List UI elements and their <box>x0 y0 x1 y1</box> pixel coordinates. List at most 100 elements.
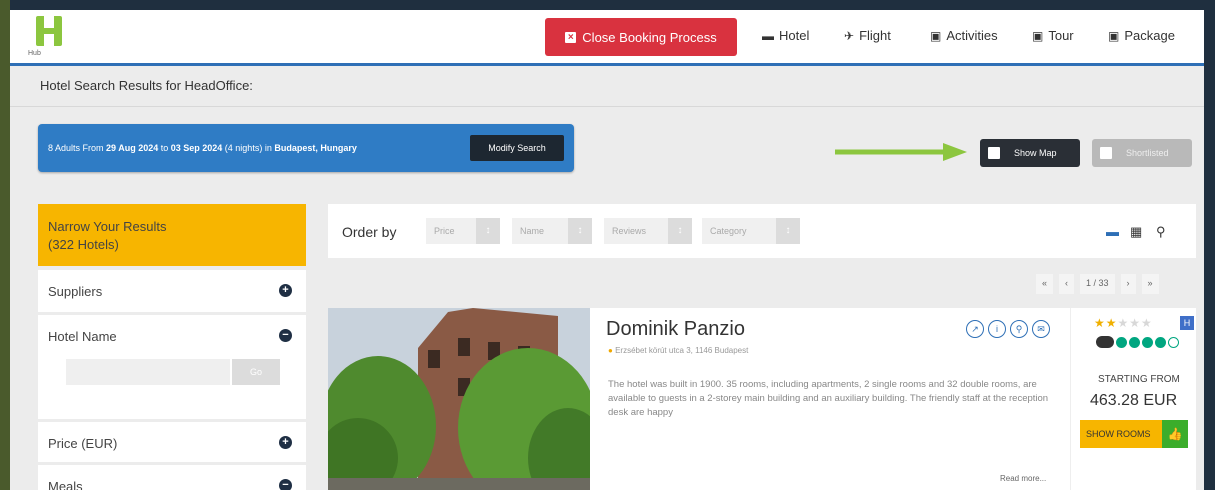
arrow-pointer-icon <box>835 143 967 161</box>
location-pin-icon: ● <box>608 346 613 355</box>
hotel-name-go-button[interactable]: Go <box>232 359 280 385</box>
sort-arrows-icon: ↕ <box>568 218 592 244</box>
address-text: Erzsébet körút utca 3, 1146 Budapest <box>615 346 749 355</box>
read-more-link[interactable]: Read more... <box>1000 474 1046 483</box>
last-page-icon[interactable]: » <box>1141 274 1159 294</box>
sort-label: Price <box>434 226 455 236</box>
sort-reviews[interactable]: Reviews ↕ <box>604 218 692 244</box>
filter-price[interactable]: Price (EUR) + <box>38 422 306 462</box>
page-indicator: 1 / 33 <box>1080 274 1115 294</box>
order-bar: Order by Price ↕ Name ↕ Reviews ↕ Category ↕… <box>328 204 1196 258</box>
grid-view-icon[interactable]: ▦ <box>1130 224 1142 240</box>
nav-tour[interactable]: ▣ Tour <box>1032 28 1074 43</box>
search-summary: 8 Adults From 29 Aug 2024 to 03 Sep 2024… <box>48 143 357 153</box>
collapse-icon[interactable]: − <box>279 479 292 490</box>
rating-dot <box>1142 336 1153 348</box>
info-icon[interactable]: i <box>988 320 1006 338</box>
nav-activities-label: Activities <box>946 28 998 43</box>
nav-flight[interactable]: ✈ Flight <box>844 28 891 43</box>
checkbox[interactable] <box>1100 147 1112 159</box>
window-edge <box>0 0 10 490</box>
sort-arrows-icon: ↕ <box>476 218 500 244</box>
map-marker-icon[interactable]: ⚲ <box>1010 320 1028 338</box>
hotel-badge-icon: H <box>1180 316 1194 330</box>
hotel-card: Dominik Panzio ● Erzsébet körút utca 3, … <box>328 308 1196 490</box>
filter-hotel-name: Hotel Name − Go <box>38 315 306 419</box>
prev-page-icon[interactable]: ‹ <box>1059 274 1075 294</box>
tripadvisor-rating <box>1096 336 1179 348</box>
sort-arrows-icon: ↕ <box>776 218 800 244</box>
logo[interactable]: Hub <box>28 16 88 62</box>
hotel-count: (322 Hotels) <box>48 237 119 252</box>
map-pin-icon[interactable]: ⚲ <box>1156 224 1166 240</box>
nav-activities[interactable]: ▣ Activities <box>930 28 998 43</box>
show-map-toggle[interactable]: Show Map <box>980 139 1080 167</box>
collapse-icon[interactable]: − <box>279 329 292 342</box>
share-icon[interactable]: ↗ <box>966 320 984 338</box>
filter-label: Hotel Name <box>48 329 117 344</box>
order-by-label: Order by <box>342 224 397 240</box>
filter-label: Suppliers <box>48 284 103 299</box>
nav-hotel-label: Hotel <box>779 28 810 43</box>
show-rooms-label: SHOW ROOMS <box>1086 429 1151 439</box>
ticket-icon: ▣ <box>930 28 942 43</box>
comment-icon[interactable]: ✉ <box>1032 320 1050 338</box>
divider <box>10 106 1204 107</box>
close-booking-label: Close Booking Process <box>582 29 717 45</box>
first-page-icon[interactable]: « <box>1036 274 1054 294</box>
sort-name[interactable]: Name ↕ <box>512 218 592 244</box>
hotel-price: 463.28 EUR <box>1090 392 1178 409</box>
sort-label: Reviews <box>612 226 647 236</box>
search-summary-banner: 8 Adults From 29 Aug 2024 to 03 Sep 2024… <box>38 124 574 172</box>
nav-tour-label: Tour <box>1048 28 1074 43</box>
sort-category[interactable]: Category ↕ <box>702 218 800 244</box>
next-page-icon[interactable]: › <box>1120 274 1136 294</box>
app-page: Hub × Close Booking Process ▬ Hotel ✈ Fl… <box>10 10 1204 490</box>
close-booking-button[interactable]: × Close Booking Process <box>545 18 737 56</box>
shortlisted-toggle[interactable]: Shortlisted <box>1092 139 1192 167</box>
card-divider <box>1070 308 1071 490</box>
close-icon: × <box>565 31 577 43</box>
rating-dot <box>1129 336 1140 348</box>
hotel-address: ● Erzsébet körút utca 3, 1146 Budapest <box>608 346 748 355</box>
sort-price[interactable]: Price ↕ <box>426 218 500 244</box>
hotel-photo[interactable] <box>328 308 590 490</box>
nav-package[interactable]: ▣ Package <box>1108 28 1175 43</box>
modify-search-button[interactable]: Modify Search <box>470 135 564 161</box>
sort-label: Name <box>520 226 545 236</box>
star-rating: ★★★★★ <box>1094 316 1153 330</box>
hotel-name[interactable]: Dominik Panzio <box>606 318 745 341</box>
filter-label: Meals <box>48 479 83 490</box>
plane-icon: ✈ <box>844 28 855 43</box>
expand-icon[interactable]: + <box>279 284 292 297</box>
filter-meals[interactable]: Meals − <box>38 465 306 490</box>
checkbox[interactable] <box>988 147 1000 159</box>
logo-text: Hub <box>28 50 41 57</box>
nav-hotel[interactable]: ▬ Hotel <box>762 28 809 43</box>
ticket-icon: ▣ <box>1108 28 1120 43</box>
list-view-icon[interactable]: ▬ <box>1106 224 1119 239</box>
hotel-actions: ↗ i ⚲ ✉ <box>966 320 1050 338</box>
narrow-results-header: Narrow Your Results (322 Hotels) <box>38 204 306 266</box>
nav-flight-label: Flight <box>859 28 891 43</box>
bed-icon: ▬ <box>762 28 774 43</box>
rating-dot <box>1168 336 1179 348</box>
rating-dot <box>1116 336 1127 348</box>
filter-suppliers[interactable]: Suppliers + <box>38 270 306 312</box>
ticket-icon: ▣ <box>1032 28 1044 43</box>
narrow-title: Narrow Your Results <box>48 219 167 234</box>
rating-dot <box>1155 336 1166 348</box>
sort-label: Category <box>710 226 747 236</box>
show-rooms-button[interactable]: SHOW ROOMS 👍 <box>1080 420 1188 448</box>
hotel-name-input[interactable] <box>66 359 230 385</box>
sort-arrows-icon: ↕ <box>668 218 692 244</box>
expand-icon[interactable]: + <box>279 436 292 449</box>
shortlisted-label: Shortlisted <box>1126 148 1169 158</box>
page-title: Hotel Search Results for HeadOffice: <box>40 78 253 93</box>
tripadvisor-owl-icon <box>1096 336 1114 348</box>
starting-from-label: STARTING FROM <box>1098 374 1180 385</box>
top-header: Hub × Close Booking Process ▬ Hotel ✈ Fl… <box>10 10 1204 66</box>
thumbs-up-icon: 👍 <box>1162 420 1188 448</box>
filter-label: Price (EUR) <box>48 436 118 451</box>
nav-package-label: Package <box>1124 28 1175 43</box>
